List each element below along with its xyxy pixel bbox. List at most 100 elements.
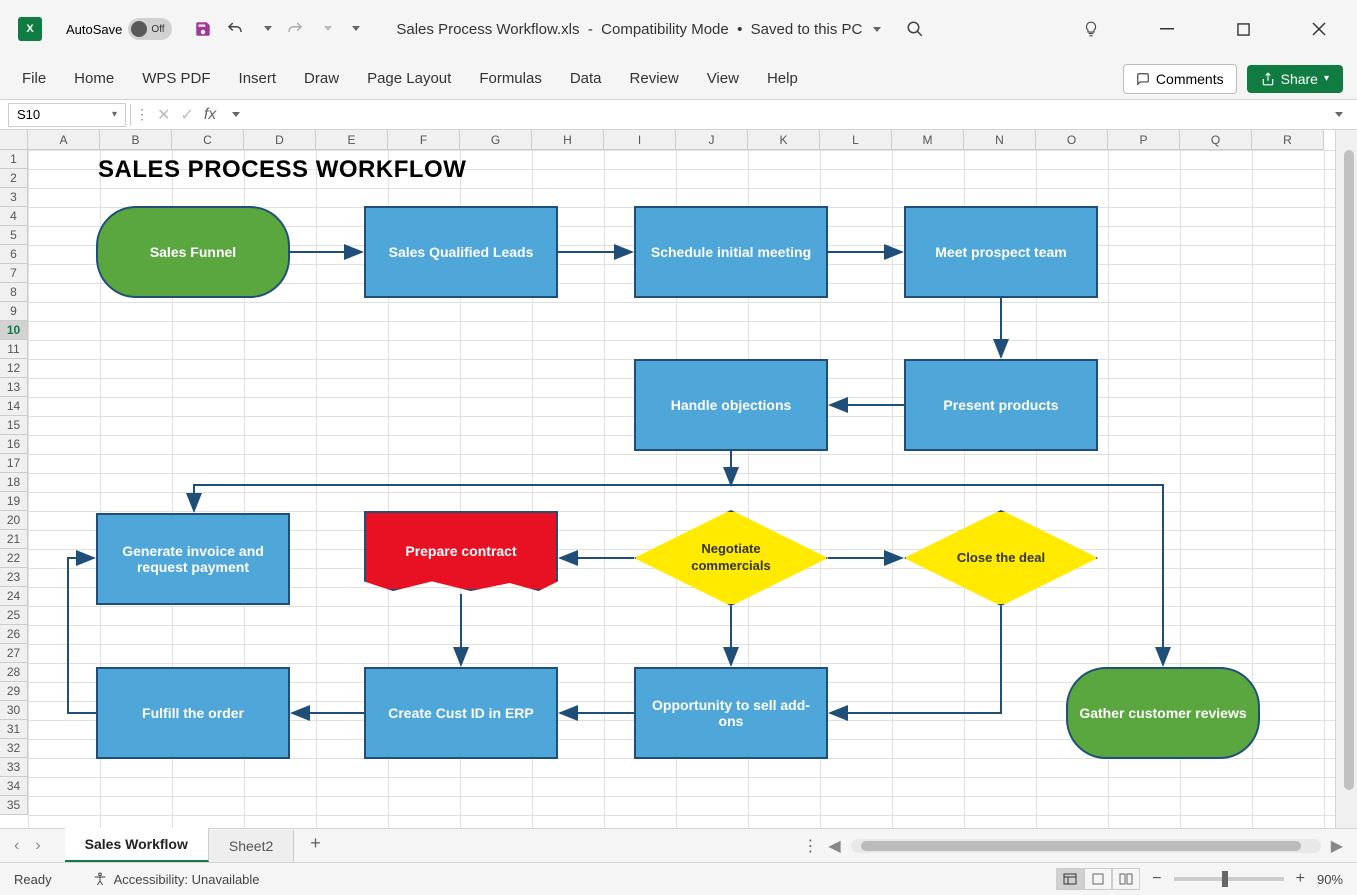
row-header[interactable]: 19 [0, 492, 28, 511]
row-header[interactable]: 2 [0, 169, 28, 188]
shape-sales-funnel[interactable]: Sales Funnel [96, 206, 290, 298]
select-all-triangle[interactable] [0, 130, 28, 150]
row-header[interactable]: 30 [0, 701, 28, 720]
shape-meet[interactable]: Meet prospect team [904, 206, 1098, 298]
shape-schedule[interactable]: Schedule initial meeting [634, 206, 828, 298]
row-header[interactable]: 4 [0, 207, 28, 226]
fx-dropdown[interactable] [226, 106, 240, 124]
row-header[interactable]: 22 [0, 549, 28, 568]
close-button[interactable] [1299, 14, 1339, 44]
qat-customize[interactable] [346, 20, 360, 38]
row-header[interactable]: 12 [0, 359, 28, 378]
toggle-switch[interactable]: Off [128, 18, 172, 40]
column-header[interactable]: H [532, 130, 604, 150]
undo-button[interactable] [226, 20, 244, 38]
column-header[interactable]: A [28, 130, 100, 150]
hscroll-right-icon[interactable]: ▶ [1331, 836, 1343, 856]
row-header[interactable]: 29 [0, 682, 28, 701]
row-header[interactable]: 33 [0, 758, 28, 777]
shape-invoice[interactable]: Generate invoice and request payment [96, 513, 290, 605]
vertical-scrollbar[interactable] [1335, 130, 1357, 828]
spreadsheet-grid[interactable]: ABCDEFGHIJKLMNOPQR 123456789101112131415… [0, 130, 1357, 828]
row-header[interactable]: 8 [0, 283, 28, 302]
column-header[interactable]: I [604, 130, 676, 150]
row-header[interactable]: 1 [0, 150, 28, 169]
column-header[interactable]: C [172, 130, 244, 150]
row-header[interactable]: 24 [0, 587, 28, 606]
lightbulb-icon[interactable] [1071, 14, 1111, 44]
maximize-button[interactable] [1223, 14, 1263, 44]
horizontal-scrollbar[interactable] [851, 839, 1321, 853]
fx-icon[interactable]: fx [204, 106, 216, 124]
sheet-next-icon[interactable]: › [35, 837, 40, 855]
row-header[interactable]: 20 [0, 511, 28, 530]
row-header[interactable]: 26 [0, 625, 28, 644]
shape-reviews[interactable]: Gather customer reviews [1066, 667, 1260, 759]
zoom-in-button[interactable]: + [1296, 870, 1305, 888]
row-header[interactable]: 3 [0, 188, 28, 207]
column-header[interactable]: K [748, 130, 820, 150]
name-box[interactable]: S10 ▾ [8, 103, 126, 127]
row-header[interactable]: 21 [0, 530, 28, 549]
row-header[interactable]: 10 [0, 321, 28, 340]
row-header[interactable]: 18 [0, 473, 28, 492]
sheet-prev-icon[interactable]: ‹ [14, 837, 19, 855]
redo-button[interactable] [286, 20, 304, 38]
formula-input[interactable] [248, 103, 1323, 127]
redo-dropdown[interactable] [318, 20, 332, 38]
enter-icon[interactable]: ✓ [180, 105, 193, 125]
row-header[interactable]: 34 [0, 777, 28, 796]
row-header[interactable]: 13 [0, 378, 28, 397]
column-header[interactable]: P [1108, 130, 1180, 150]
view-page-layout-button[interactable] [1084, 868, 1112, 890]
zoom-slider[interactable] [1174, 877, 1284, 881]
sheet-tab-sheet2[interactable]: Sheet2 [209, 830, 294, 862]
shape-contract[interactable]: Prepare contract [364, 511, 558, 591]
view-page-break-button[interactable] [1112, 868, 1140, 890]
tab-wps-pdf[interactable]: WPS PDF [128, 62, 224, 95]
autosave-toggle[interactable]: AutoSave Off [66, 18, 172, 40]
column-header[interactable]: B [100, 130, 172, 150]
column-header[interactable]: N [964, 130, 1036, 150]
zoom-level[interactable]: 90% [1317, 872, 1343, 887]
row-header[interactable]: 7 [0, 264, 28, 283]
title-dropdown[interactable] [867, 21, 881, 38]
column-header[interactable]: D [244, 130, 316, 150]
search-icon[interactable] [895, 14, 935, 44]
zoom-thumb[interactable] [1222, 871, 1228, 887]
column-header[interactable]: J [676, 130, 748, 150]
row-header[interactable]: 14 [0, 397, 28, 416]
hscroll-thumb[interactable] [861, 841, 1301, 851]
column-header[interactable]: E [316, 130, 388, 150]
cancel-icon[interactable]: ✕ [157, 105, 170, 125]
minimize-button[interactable] [1147, 14, 1187, 44]
comments-button[interactable]: Comments [1123, 64, 1237, 94]
row-header[interactable]: 9 [0, 302, 28, 321]
save-button[interactable] [194, 20, 212, 38]
shape-addons[interactable]: Opportunity to sell add-ons [634, 667, 828, 759]
tab-help[interactable]: Help [753, 62, 812, 95]
tab-file[interactable]: File [14, 62, 60, 95]
row-header[interactable]: 23 [0, 568, 28, 587]
row-header[interactable]: 32 [0, 739, 28, 758]
tab-insert[interactable]: Insert [225, 62, 291, 95]
shape-handle[interactable]: Handle objections [634, 359, 828, 451]
row-header[interactable]: 35 [0, 796, 28, 815]
shape-close[interactable]: Close the deal [904, 510, 1098, 606]
row-header[interactable]: 15 [0, 416, 28, 435]
tab-formulas[interactable]: Formulas [465, 62, 556, 95]
shape-cust-id[interactable]: Create Cust ID in ERP [364, 667, 558, 759]
row-header[interactable]: 27 [0, 644, 28, 663]
tab-data[interactable]: Data [556, 62, 616, 95]
add-sheet-button[interactable]: + [294, 825, 337, 862]
tab-view[interactable]: View [693, 62, 753, 95]
column-header[interactable]: M [892, 130, 964, 150]
tab-draw[interactable]: Draw [290, 62, 353, 95]
row-header[interactable]: 17 [0, 454, 28, 473]
sheet-tab-active[interactable]: Sales Workflow [65, 828, 209, 862]
row-header[interactable]: 31 [0, 720, 28, 739]
cells-canvas[interactable]: SALES PROCESS WORKFLOW Sales Funnel Sale… [28, 150, 1335, 828]
formula-expand[interactable] [1323, 106, 1349, 124]
row-header[interactable]: 28 [0, 663, 28, 682]
column-header[interactable]: G [460, 130, 532, 150]
